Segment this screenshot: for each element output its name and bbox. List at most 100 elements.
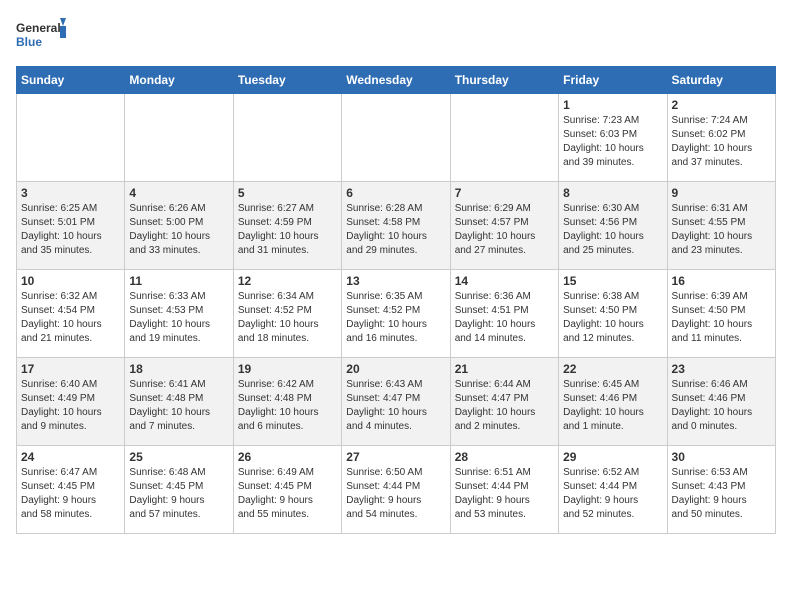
cell-text: Sunset: 4:58 PM [346, 216, 445, 230]
cell-text: Sunrise: 6:39 AM [672, 290, 771, 304]
cell-text: and 6 minutes. [238, 420, 337, 434]
cell-text: Daylight: 10 hours [346, 230, 445, 244]
day-header: Wednesday [342, 67, 450, 94]
cell-text: Sunrise: 7:24 AM [672, 114, 771, 128]
calendar-cell: 7Sunrise: 6:29 AMSunset: 4:57 PMDaylight… [450, 182, 558, 270]
cell-text: Sunset: 4:59 PM [238, 216, 337, 230]
cell-text: Daylight: 10 hours [563, 230, 662, 244]
day-number: 30 [672, 450, 771, 464]
cell-text: Sunset: 4:44 PM [346, 480, 445, 494]
day-number: 16 [672, 274, 771, 288]
cell-text: Daylight: 9 hours [455, 494, 554, 508]
cell-text: Sunrise: 6:28 AM [346, 202, 445, 216]
cell-text: and 1 minute. [563, 420, 662, 434]
calendar-cell: 13Sunrise: 6:35 AMSunset: 4:52 PMDayligh… [342, 270, 450, 358]
day-number: 14 [455, 274, 554, 288]
svg-text:Blue: Blue [16, 35, 42, 49]
calendar-cell: 10Sunrise: 6:32 AMSunset: 4:54 PMDayligh… [17, 270, 125, 358]
calendar-cell: 5 Sunrise: 6:27 AMSunset: 4:59 PMDaylight… [233, 182, 341, 270]
calendar-cell: 12Sunrise: 6:34 AMSunset: 4:52 PMDayligh… [233, 270, 341, 358]
day-number: 8 [563, 186, 662, 200]
cell-text: Sunrise: 6:33 AM [129, 290, 228, 304]
cell-text: and 54 minutes. [346, 508, 445, 522]
cell-text: Sunrise: 6:27 AM [238, 202, 337, 216]
cell-text: Daylight: 9 hours [129, 494, 228, 508]
day-number: 20 [346, 362, 445, 376]
cell-text: and 50 minutes. [672, 508, 771, 522]
calendar-cell: 29Sunrise: 6:52 AMSunset: 4:44 PMDayligh… [559, 446, 667, 534]
cell-text: Sunset: 5:00 PM [129, 216, 228, 230]
cell-text: Sunrise: 6:26 AM [129, 202, 228, 216]
cell-text: Sunset: 4:52 PM [238, 304, 337, 318]
cell-text: Daylight: 10 hours [238, 318, 337, 332]
cell-text: Daylight: 10 hours [672, 142, 771, 156]
cell-text: Sunset: 4:46 PM [672, 392, 771, 406]
cell-text: and 58 minutes. [21, 508, 120, 522]
cell-text: Sunset: 4:51 PM [455, 304, 554, 318]
day-number: 10 [21, 274, 120, 288]
cell-text: Daylight: 10 hours [238, 230, 337, 244]
cell-text: Daylight: 10 hours [129, 406, 228, 420]
day-header: Friday [559, 67, 667, 94]
cell-text: and 21 minutes. [21, 332, 120, 346]
calendar-cell: 15Sunrise: 6:38 AMSunset: 4:50 PMDayligh… [559, 270, 667, 358]
cell-text: Daylight: 9 hours [672, 494, 771, 508]
cell-text: Sunset: 4:53 PM [129, 304, 228, 318]
cell-text: and 0 minutes. [672, 420, 771, 434]
cell-text: Sunrise: 7:23 AM [563, 114, 662, 128]
day-header: Tuesday [233, 67, 341, 94]
cell-text: Sunset: 4:56 PM [563, 216, 662, 230]
cell-text: Sunset: 4:46 PM [563, 392, 662, 406]
calendar-cell: 25Sunrise: 6:48 AMSunset: 4:45 PMDayligh… [125, 446, 233, 534]
day-number: 22 [563, 362, 662, 376]
day-number: 15 [563, 274, 662, 288]
cell-text: Sunrise: 6:34 AM [238, 290, 337, 304]
day-number: 3 [21, 186, 120, 200]
cell-text: and 52 minutes. [563, 508, 662, 522]
day-number: 21 [455, 362, 554, 376]
calendar-week-row: 17Sunrise: 6:40 AMSunset: 4:49 PMDayligh… [17, 358, 776, 446]
day-number: 25 [129, 450, 228, 464]
cell-text: Sunset: 4:45 PM [238, 480, 337, 494]
cell-text: and 23 minutes. [672, 244, 771, 258]
calendar-cell: 3Sunrise: 6:25 AMSunset: 5:01 PMDaylight… [17, 182, 125, 270]
cell-text: and 12 minutes. [563, 332, 662, 346]
calendar-cell: 21Sunrise: 6:44 AMSunset: 4:47 PMDayligh… [450, 358, 558, 446]
cell-text: Sunrise: 6:52 AM [563, 466, 662, 480]
cell-text: Daylight: 10 hours [238, 406, 337, 420]
cell-text: Sunset: 4:49 PM [21, 392, 120, 406]
cell-text: and 39 minutes. [563, 156, 662, 170]
calendar-cell: 16Sunrise: 6:39 AMSunset: 4:50 PMDayligh… [667, 270, 775, 358]
day-number: 13 [346, 274, 445, 288]
day-number: 19 [238, 362, 337, 376]
cell-text: Sunset: 4:43 PM [672, 480, 771, 494]
calendar-week-row: 1Sunrise: 7:23 AMSunset: 6:03 PMDaylight… [17, 94, 776, 182]
cell-text: and 2 minutes. [455, 420, 554, 434]
cell-text: Sunset: 4:45 PM [21, 480, 120, 494]
calendar-cell: 4Sunrise: 6:26 AMSunset: 5:00 PMDaylight… [125, 182, 233, 270]
cell-text: Daylight: 10 hours [455, 230, 554, 244]
cell-text: Sunrise: 6:47 AM [21, 466, 120, 480]
cell-text: Daylight: 10 hours [672, 318, 771, 332]
day-number: 24 [21, 450, 120, 464]
cell-text: Sunset: 4:52 PM [346, 304, 445, 318]
cell-text: Daylight: 10 hours [21, 230, 120, 244]
cell-text: and 27 minutes. [455, 244, 554, 258]
cell-text: and 7 minutes. [129, 420, 228, 434]
calendar-cell: 18Sunrise: 6:41 AMSunset: 4:48 PMDayligh… [125, 358, 233, 446]
calendar-cell: 1Sunrise: 7:23 AMSunset: 6:03 PMDaylight… [559, 94, 667, 182]
day-number: 5 [238, 186, 337, 200]
cell-text: and 55 minutes. [238, 508, 337, 522]
cell-text: Sunset: 4:57 PM [455, 216, 554, 230]
calendar-cell [342, 94, 450, 182]
cell-text: Sunset: 4:44 PM [455, 480, 554, 494]
calendar-cell: 22Sunrise: 6:45 AMSunset: 4:46 PMDayligh… [559, 358, 667, 446]
calendar-cell: 26Sunrise: 6:49 AMSunset: 4:45 PMDayligh… [233, 446, 341, 534]
cell-text: Sunrise: 6:36 AM [455, 290, 554, 304]
cell-text: Daylight: 10 hours [21, 406, 120, 420]
calendar-cell [450, 94, 558, 182]
calendar-cell [17, 94, 125, 182]
cell-text: and 35 minutes. [21, 244, 120, 258]
calendar-cell: 24Sunrise: 6:47 AMSunset: 4:45 PMDayligh… [17, 446, 125, 534]
cell-text: Sunrise: 6:45 AM [563, 378, 662, 392]
